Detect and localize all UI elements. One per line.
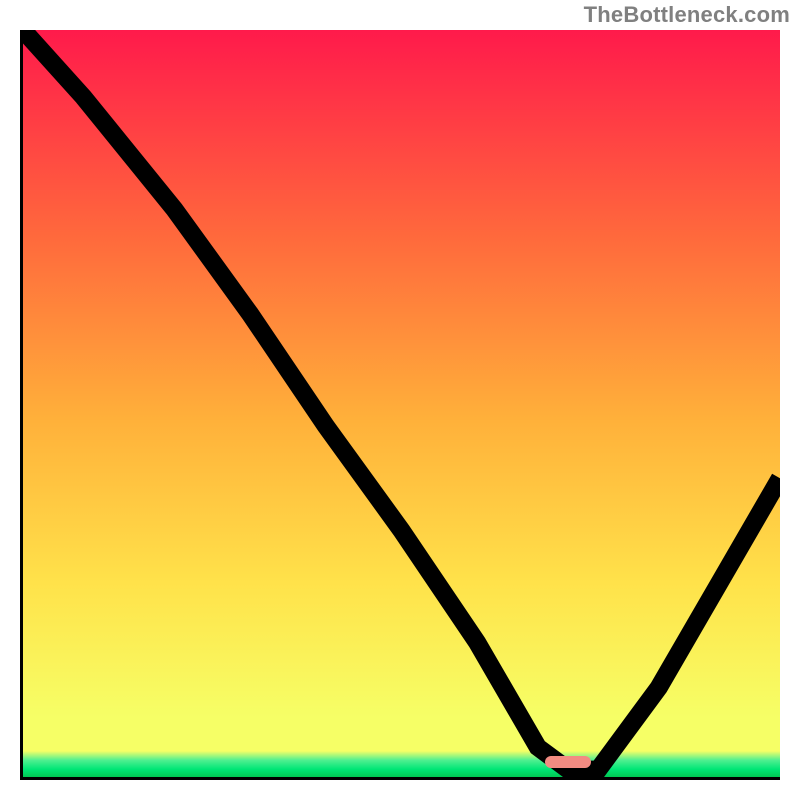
watermark-text: TheBottleneck.com [584,2,790,28]
bottleneck-curve-path [23,30,780,770]
curve-svg [23,30,780,777]
plot-area [20,30,780,780]
optimal-marker [545,756,590,768]
chart-frame: TheBottleneck.com [0,0,800,800]
